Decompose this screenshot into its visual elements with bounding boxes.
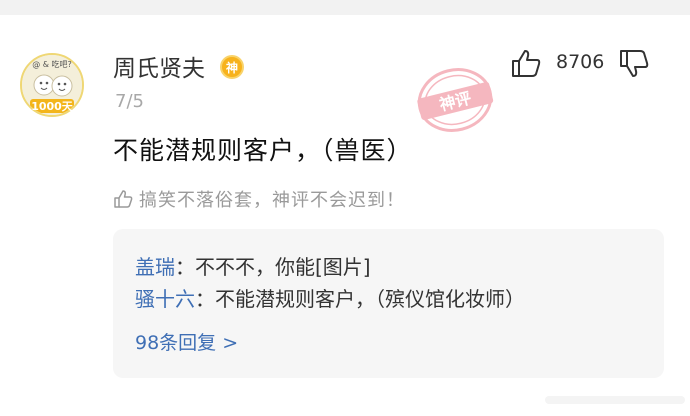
- reply-separator: ：: [195, 287, 215, 311]
- god-comment-stamp: 神评: [404, 58, 506, 142]
- reply-author[interactable]: 盖瑞: [135, 255, 175, 279]
- tag-text: 搞笑不落俗套，神评不会迟到！: [139, 190, 405, 211]
- top-bar: [0, 0, 690, 15]
- reply-text: 不不不，你能[图片]: [195, 255, 371, 279]
- comment-text: 不能潜规则客户，（兽医）: [113, 136, 413, 165]
- reply-separator: ：: [175, 255, 195, 279]
- comment-date: 7/5: [115, 91, 144, 112]
- stamp-text: 神评: [438, 88, 474, 114]
- reply-preview-box[interactable]: 盖瑞：不不不，你能[图片] 骚十六：不能潜规则客户，（殡仪馆化妆师） 98条回复…: [113, 229, 664, 378]
- more-replies-link[interactable]: 98条回复 >: [135, 330, 238, 356]
- reply-author[interactable]: 骚十六: [135, 287, 195, 311]
- like-count: 8706: [556, 51, 605, 73]
- watermark: [545, 390, 685, 410]
- thumbs-up-small-icon: [114, 190, 133, 208]
- reply-item[interactable]: 盖瑞：不不不，你能[图片]: [135, 253, 371, 281]
- thumbs-up-icon[interactable]: [510, 48, 542, 78]
- thumbs-down-icon[interactable]: [618, 48, 650, 78]
- comment-tag: 搞笑不落俗套，神评不会迟到！: [113, 187, 405, 211]
- avatar-overlay-text: @ & 吃吧?: [32, 60, 72, 69]
- reply-item[interactable]: 骚十六：不能潜规则客户，（殡仪馆化妆师）: [135, 285, 525, 313]
- god-badge-icon: 神: [220, 55, 244, 79]
- avatar-badge-text: 1000天: [31, 100, 73, 113]
- username[interactable]: 周氏贤夫: [113, 54, 205, 84]
- reply-text: 不能潜规则客户，（殡仪馆化妆师）: [215, 287, 525, 311]
